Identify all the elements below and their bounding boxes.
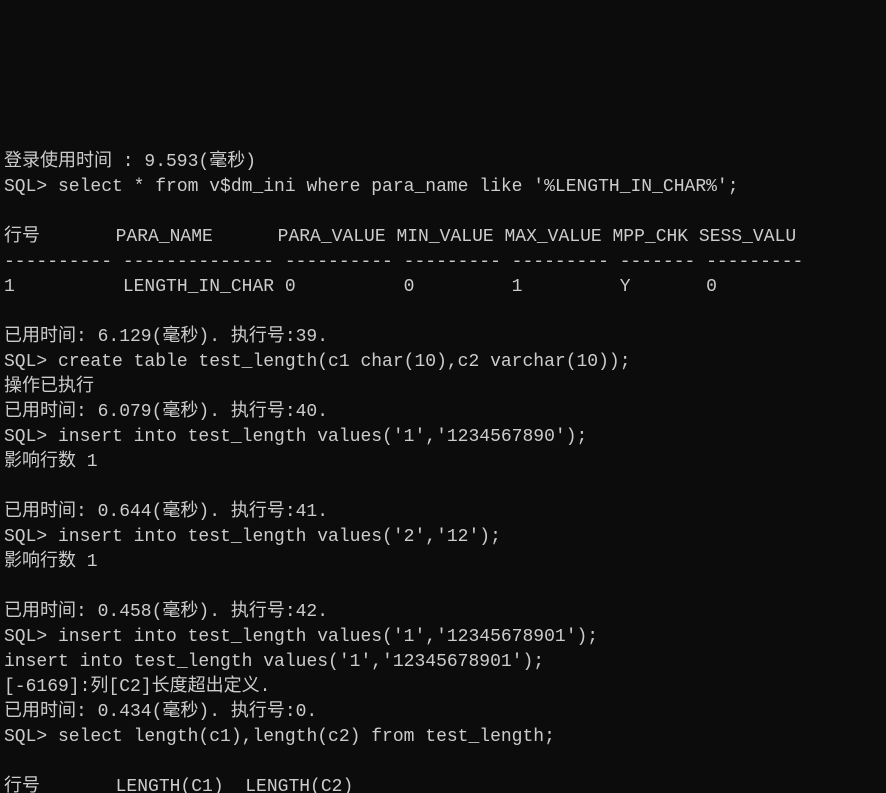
elapsed-time-line: 已用时间: 0.458(毫秒). 执行号:42.: [4, 602, 328, 622]
elapsed-time-line: 已用时间: 0.644(毫秒). 执行号:41.: [4, 502, 328, 522]
echo-line: insert into test_length values('1','1234…: [4, 652, 544, 672]
result-divider-line: ---------- -------------- ---------- ---…: [4, 252, 803, 272]
error-line: [-6169]:列[C2]长度超出定义.: [4, 677, 270, 697]
sql-prompt-line: SQL> insert into test_length values('1',…: [4, 427, 587, 447]
result-header-line: 行号 LENGTH(C1) LENGTH(C2): [4, 777, 353, 793]
status-line: 影响行数 1: [4, 552, 98, 572]
sql-prompt-line: SQL> insert into test_length values('1',…: [4, 627, 598, 647]
sql-prompt-line: SQL> select * from v$dm_ini where para_n…: [4, 177, 739, 197]
elapsed-time-line: 已用时间: 6.079(毫秒). 执行号:40.: [4, 402, 328, 422]
login-time-line: 登录使用时间 : 9.593(毫秒): [4, 152, 256, 172]
sql-prompt-line: SQL> insert into test_length values('2',…: [4, 527, 501, 547]
status-line: 操作已执行: [4, 377, 94, 397]
result-header-line: 行号 PARA_NAME PARA_VALUE MIN_VALUE MAX_VA…: [4, 227, 796, 247]
sql-prompt-line: SQL> select length(c1),length(c2) from t…: [4, 727, 555, 747]
result-row-line: 1 LENGTH_IN_CHAR 0 0 1 Y 0: [4, 277, 717, 297]
elapsed-time-line: 已用时间: 0.434(毫秒). 执行号:0.: [4, 702, 317, 722]
elapsed-time-line: 已用时间: 6.129(毫秒). 执行号:39.: [4, 327, 328, 347]
status-line: 影响行数 1: [4, 452, 98, 472]
terminal-window[interactable]: 登录使用时间 : 9.593(毫秒) SQL> select * from v$…: [0, 125, 886, 793]
sql-prompt-line: SQL> create table test_length(c1 char(10…: [4, 352, 631, 372]
